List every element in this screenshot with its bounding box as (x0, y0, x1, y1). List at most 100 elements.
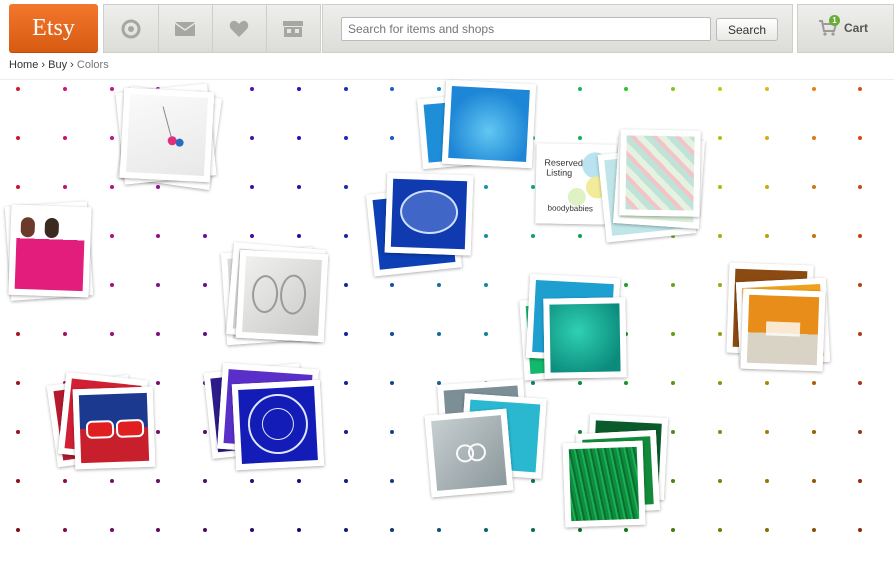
breadcrumb-home[interactable]: Home (9, 59, 38, 71)
color-dot[interactable] (390, 136, 394, 140)
color-dot[interactable] (297, 479, 301, 483)
color-dot[interactable] (250, 185, 254, 189)
color-dot[interactable] (718, 87, 722, 91)
color-dot[interactable] (344, 430, 348, 434)
color-dot[interactable] (110, 528, 114, 532)
color-dot[interactable] (156, 528, 160, 532)
color-dot[interactable] (297, 234, 301, 238)
color-dot[interactable] (297, 185, 301, 189)
color-dot[interactable] (812, 430, 816, 434)
color-dot[interactable] (390, 87, 394, 91)
color-dot[interactable] (297, 87, 301, 91)
color-dot[interactable] (484, 234, 488, 238)
color-dot[interactable] (390, 430, 394, 434)
color-dot[interactable] (297, 528, 301, 532)
color-dot[interactable] (390, 528, 394, 532)
color-dot[interactable] (578, 136, 582, 140)
color-dot[interactable] (250, 528, 254, 532)
color-dot[interactable] (390, 283, 394, 287)
search-input[interactable] (341, 17, 711, 41)
color-dot[interactable] (250, 87, 254, 91)
photo-stack-orange[interactable] (724, 262, 834, 374)
color-dot[interactable] (16, 528, 20, 532)
heart-icon[interactable] (212, 5, 267, 52)
color-dot[interactable] (578, 87, 582, 91)
color-dot[interactable] (858, 381, 862, 385)
photo-stack-violet[interactable] (203, 362, 326, 476)
color-dot[interactable] (16, 430, 20, 434)
photo-stack-red[interactable] (46, 371, 158, 472)
color-dot[interactable] (858, 283, 862, 287)
color-dot[interactable] (858, 430, 862, 434)
color-dot[interactable] (63, 136, 67, 140)
color-dot[interactable] (624, 87, 628, 91)
color-dot[interactable] (812, 136, 816, 140)
color-dot[interactable] (437, 283, 441, 287)
photo-stack-pink[interactable] (115, 83, 223, 191)
color-dot[interactable] (718, 234, 722, 238)
color-dot[interactable] (578, 234, 582, 238)
color-dot[interactable] (110, 234, 114, 238)
color-dot[interactable] (344, 234, 348, 238)
etsy-logo[interactable]: Etsy (9, 4, 98, 53)
color-dot[interactable] (16, 479, 20, 483)
color-dot[interactable] (765, 381, 769, 385)
color-dot[interactable] (156, 234, 160, 238)
color-dot[interactable] (63, 332, 67, 336)
color-dot[interactable] (437, 332, 441, 336)
color-dot[interactable] (765, 185, 769, 189)
shop-icon[interactable] (266, 5, 320, 52)
color-dot[interactable] (16, 87, 20, 91)
photo-stack-blue[interactable] (365, 170, 476, 277)
color-dot[interactable] (390, 332, 394, 336)
color-dot[interactable] (812, 234, 816, 238)
color-dot[interactable] (718, 479, 722, 483)
color-dot[interactable] (110, 136, 114, 140)
color-dot[interactable] (718, 136, 722, 140)
color-dot[interactable] (812, 87, 816, 91)
mail-icon[interactable] (158, 5, 213, 52)
color-dot[interactable] (484, 185, 488, 189)
color-dot[interactable] (156, 479, 160, 483)
color-dot[interactable] (16, 136, 20, 140)
search-button[interactable]: Search (716, 18, 778, 41)
color-dot[interactable] (344, 528, 348, 532)
color-dot[interactable] (250, 136, 254, 140)
color-dot[interactable] (718, 283, 722, 287)
color-dot[interactable] (16, 185, 20, 189)
color-dot[interactable] (858, 185, 862, 189)
color-dot[interactable] (858, 234, 862, 238)
color-dot[interactable] (718, 528, 722, 532)
color-dot[interactable] (250, 234, 254, 238)
color-dot[interactable] (484, 283, 488, 287)
photo-stack-magenta[interactable] (4, 201, 94, 302)
color-dot[interactable] (203, 283, 207, 287)
breadcrumb-buy[interactable]: Buy (48, 59, 67, 71)
color-dot[interactable] (203, 332, 207, 336)
color-dot[interactable] (63, 479, 67, 483)
color-dot[interactable] (858, 479, 862, 483)
color-dot[interactable] (63, 185, 67, 189)
color-dot[interactable] (858, 87, 862, 91)
color-dot[interactable] (63, 87, 67, 91)
color-dot[interactable] (812, 528, 816, 532)
color-dot[interactable] (437, 528, 441, 532)
activity-icon[interactable] (104, 5, 159, 52)
color-dot[interactable] (344, 381, 348, 385)
color-dot[interactable] (297, 136, 301, 140)
color-dot[interactable] (344, 87, 348, 91)
cart-button[interactable]: 1 Cart (797, 4, 894, 53)
color-dot[interactable] (110, 283, 114, 287)
color-dot[interactable] (718, 381, 722, 385)
color-dot[interactable] (484, 332, 488, 336)
color-dot[interactable] (16, 332, 20, 336)
photo-stack-mint[interactable] (597, 128, 710, 244)
color-dot[interactable] (718, 185, 722, 189)
color-dot[interactable] (671, 283, 675, 287)
color-dot[interactable] (718, 430, 722, 434)
color-dot[interactable] (203, 234, 207, 238)
color-dot[interactable] (16, 381, 20, 385)
color-dot[interactable] (812, 479, 816, 483)
color-dot[interactable] (344, 479, 348, 483)
color-dot[interactable] (390, 381, 394, 385)
